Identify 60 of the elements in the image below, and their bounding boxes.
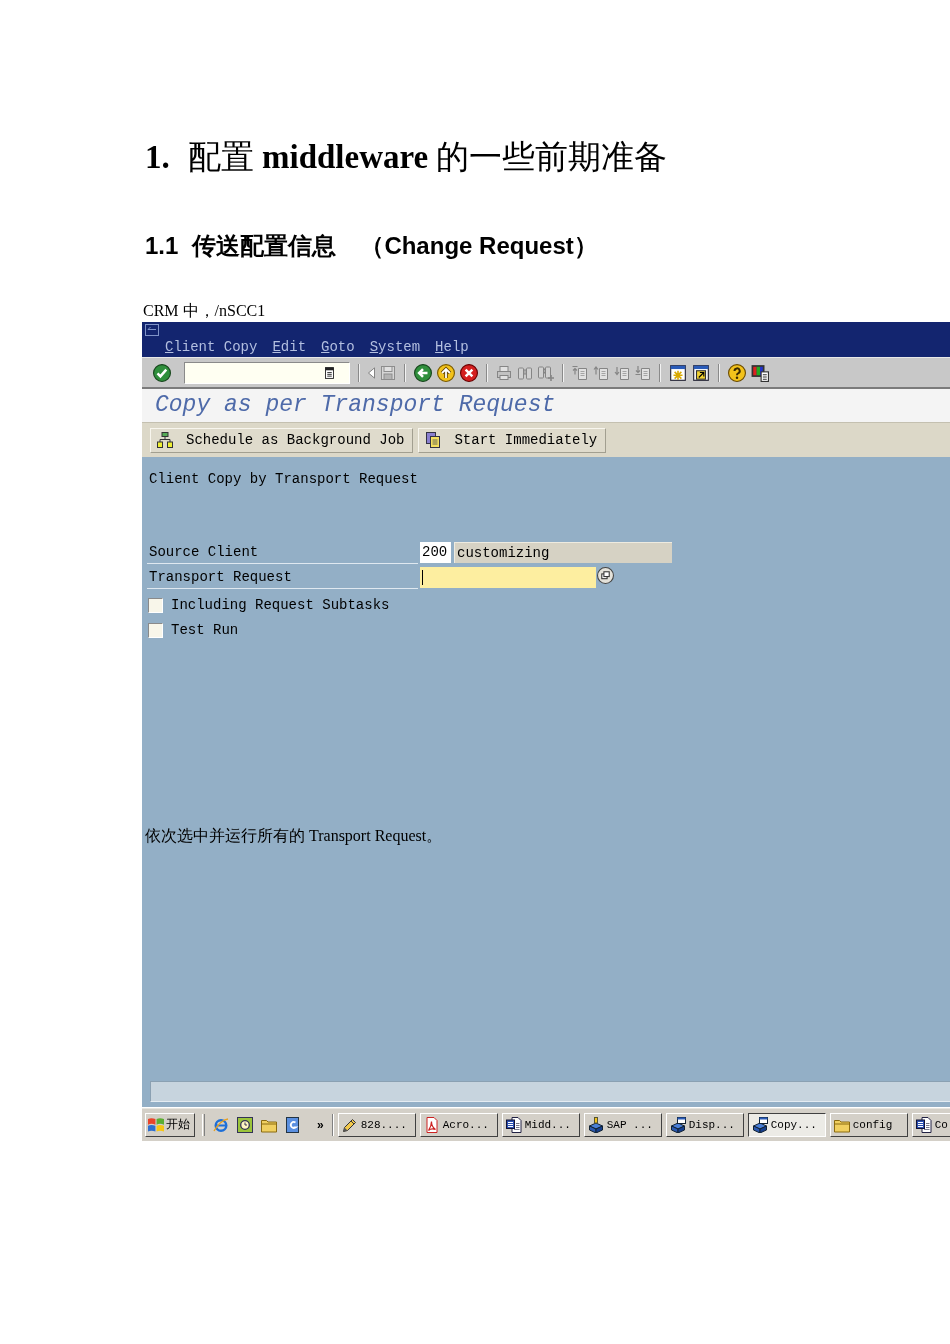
hierarchy-icon bbox=[157, 432, 173, 448]
checkbox-label: Including Request Subtasks bbox=[171, 596, 390, 615]
note-text: 依次选中并运行所有的 Transport Request。 bbox=[145, 827, 444, 845]
screen-title: Copy as per Transport Request bbox=[142, 389, 950, 422]
description-field: customizing bbox=[454, 542, 672, 563]
triangle-icon[interactable] bbox=[368, 366, 375, 379]
client-field[interactable]: 200 bbox=[420, 542, 451, 563]
clock-icon[interactable] bbox=[237, 1116, 253, 1133]
exit-icon[interactable] bbox=[437, 363, 455, 382]
toolbar-button[interactable]: Start Immediately bbox=[418, 427, 607, 453]
menu-item[interactable]: Client Copy bbox=[165, 339, 258, 356]
taskbar-button[interactable]: Acro... bbox=[419, 1112, 498, 1137]
taskbar-button[interactable]: config bbox=[829, 1112, 908, 1137]
layout-icon[interactable] bbox=[751, 363, 769, 382]
help-icon[interactable] bbox=[728, 363, 746, 382]
menu-item[interactable]: Edit bbox=[272, 339, 307, 356]
page-icon[interactable] bbox=[285, 1116, 301, 1133]
value-help-icon[interactable] bbox=[597, 567, 614, 584]
text-document-icon bbox=[915, 1116, 932, 1133]
cancel-icon[interactable] bbox=[460, 363, 478, 382]
new-window-icon[interactable] bbox=[669, 363, 687, 382]
taskbar-button[interactable]: Co bbox=[911, 1112, 950, 1137]
menu-item[interactable]: System bbox=[369, 339, 421, 356]
command-field[interactable] bbox=[184, 361, 350, 384]
more-button[interactable]: » bbox=[317, 1116, 324, 1133]
shortcut-icon[interactable] bbox=[692, 363, 710, 382]
list-icon[interactable] bbox=[325, 366, 334, 379]
menu-item[interactable]: Goto bbox=[321, 339, 355, 356]
field-label: Transport Request bbox=[147, 567, 418, 589]
subheading-number: 1.1 bbox=[145, 231, 179, 260]
taskbar-button[interactable]: SAP ... bbox=[583, 1112, 662, 1137]
checkbox-label: Test Run bbox=[171, 621, 239, 640]
start-button[interactable]: 开始 bbox=[145, 1112, 195, 1137]
cube-window-icon bbox=[751, 1116, 768, 1133]
cube-icon bbox=[587, 1116, 604, 1133]
document-icon bbox=[423, 1116, 440, 1133]
taskbar-button[interactable]: Midd... bbox=[501, 1112, 580, 1137]
documents-icon bbox=[425, 432, 442, 448]
cube-window-icon bbox=[669, 1116, 686, 1133]
taskbar-button[interactable]: 828.... bbox=[337, 1112, 416, 1137]
taskbar-button[interactable]: Disp... bbox=[665, 1112, 744, 1137]
check-icon[interactable] bbox=[153, 363, 171, 382]
intro-text: CRM 中，/nSCC1 bbox=[142, 302, 267, 320]
toolbar-button[interactable]: Schedule as Background Job bbox=[150, 427, 414, 453]
screen-heading: Client Copy by Transport Request bbox=[148, 470, 419, 489]
menu-item[interactable]: Help bbox=[435, 339, 469, 356]
back-icon[interactable] bbox=[414, 363, 432, 382]
input-field[interactable] bbox=[420, 567, 596, 588]
heading-text: 配置 middleware 的一些前期准备 bbox=[187, 138, 668, 177]
system-menu-icon[interactable] bbox=[145, 324, 159, 336]
browser-icon[interactable] bbox=[213, 1116, 229, 1133]
field-label: Source Client bbox=[147, 542, 418, 564]
pencil-icon bbox=[341, 1116, 358, 1133]
flag-icon bbox=[148, 1116, 164, 1133]
checkbox[interactable] bbox=[148, 597, 163, 613]
checkbox[interactable] bbox=[148, 622, 163, 638]
text-document-icon bbox=[505, 1116, 522, 1133]
taskbar-button[interactable]: Copy... bbox=[747, 1112, 826, 1137]
subheading-text: 传送配置信息 （Change Request） bbox=[192, 231, 598, 260]
heading-number: 1. bbox=[145, 138, 170, 177]
